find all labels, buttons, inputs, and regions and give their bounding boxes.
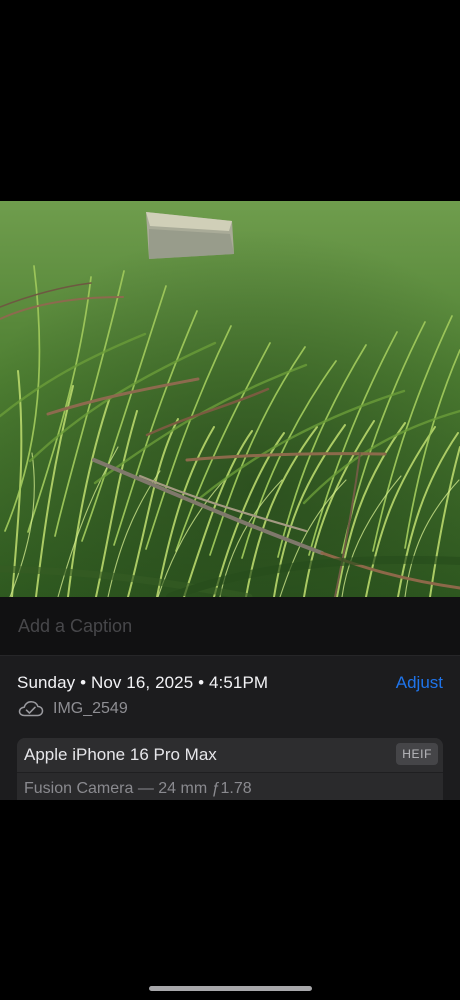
camera-info-card: Apple iPhone 16 Pro Max HEIF Fusion Came… — [17, 738, 443, 800]
photo-info-panel: Add a Caption Sunday • Nov 16, 2025 • 4:… — [0, 597, 460, 800]
filename-label: IMG_2549 — [53, 700, 128, 717]
photo-view[interactable] — [0, 201, 460, 597]
device-name: Apple iPhone 16 Pro Max — [24, 745, 217, 764]
home-indicator[interactable] — [149, 986, 312, 991]
caption-area: Add a Caption — [0, 597, 460, 656]
caption-input[interactable]: Add a Caption — [18, 614, 438, 638]
cloud-check-icon — [18, 701, 44, 717]
camera-lens-info: Fusion Camera — 24 mm ƒ1.78 — [24, 780, 252, 797]
device-header: Apple iPhone 16 Pro Max HEIF — [17, 738, 443, 773]
grass-photo — [0, 201, 460, 597]
date-time-label: Sunday • Nov 16, 2025 • 4:51PM — [17, 673, 269, 692]
format-badge: HEIF — [396, 743, 438, 765]
adjust-button[interactable]: Adjust — [396, 671, 443, 695]
date-time-row: Sunday • Nov 16, 2025 • 4:51PM Adjust — [17, 671, 443, 695]
